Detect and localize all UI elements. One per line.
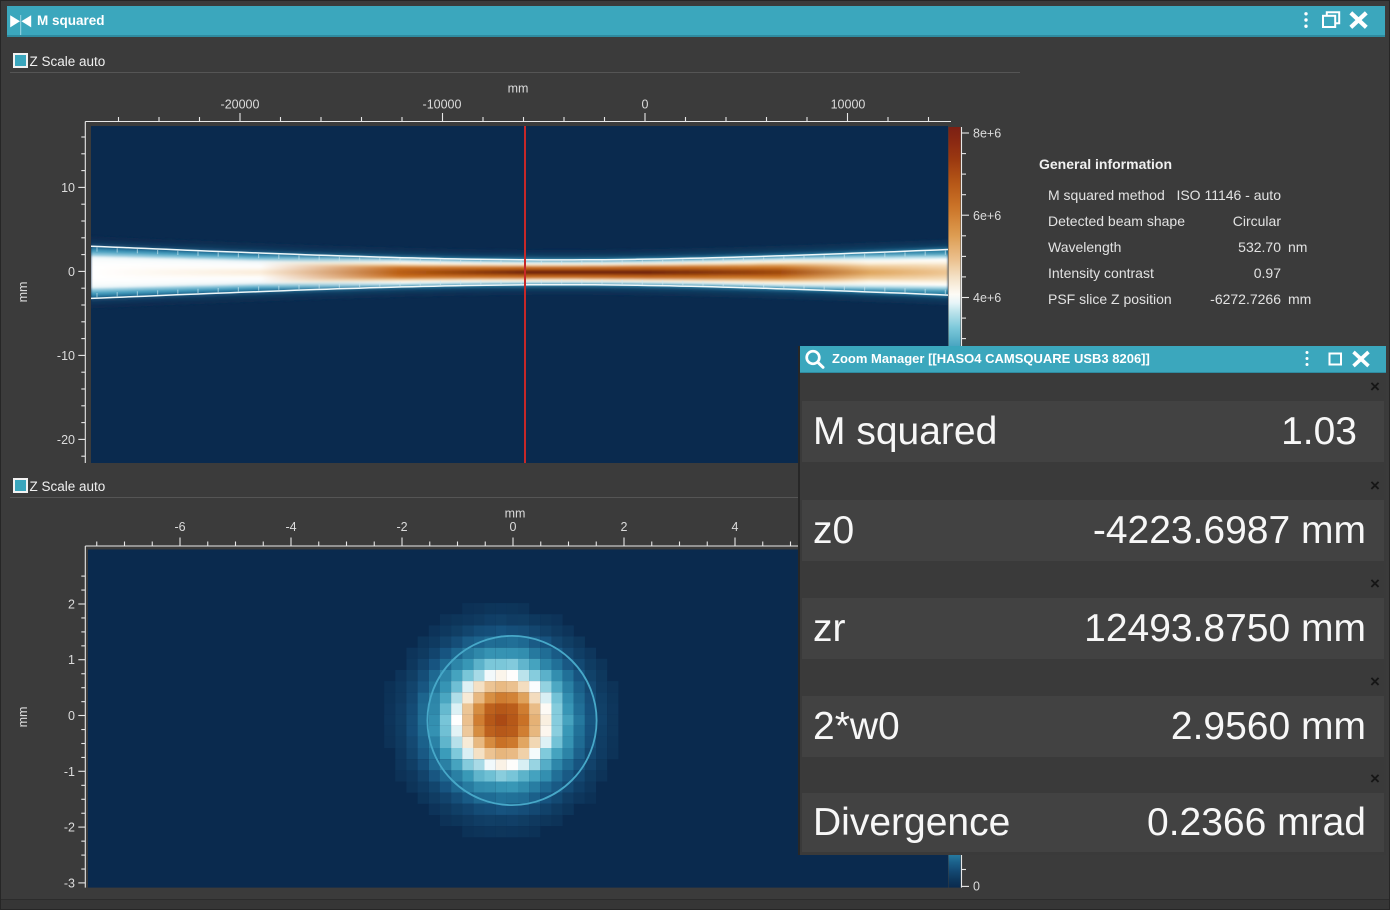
svg-text:mm: mm <box>505 507 526 521</box>
svg-text:4: 4 <box>732 520 739 534</box>
svg-text:-20: -20 <box>57 433 75 447</box>
svg-text:2: 2 <box>621 520 628 534</box>
svg-text:-2: -2 <box>396 520 407 534</box>
svg-text:-1: -1 <box>64 765 75 779</box>
svg-text:-6: -6 <box>174 520 185 534</box>
svg-text:0: 0 <box>68 709 75 723</box>
svg-text:mm: mm <box>16 707 30 728</box>
svg-text:0: 0 <box>973 880 980 894</box>
svg-text:0: 0 <box>510 520 517 534</box>
svg-text:-4: -4 <box>285 520 296 534</box>
svg-text:2: 2 <box>68 598 75 612</box>
svg-text:-2: -2 <box>64 821 75 835</box>
svg-text:-3: -3 <box>64 876 75 890</box>
svg-text:1: 1 <box>68 653 75 667</box>
